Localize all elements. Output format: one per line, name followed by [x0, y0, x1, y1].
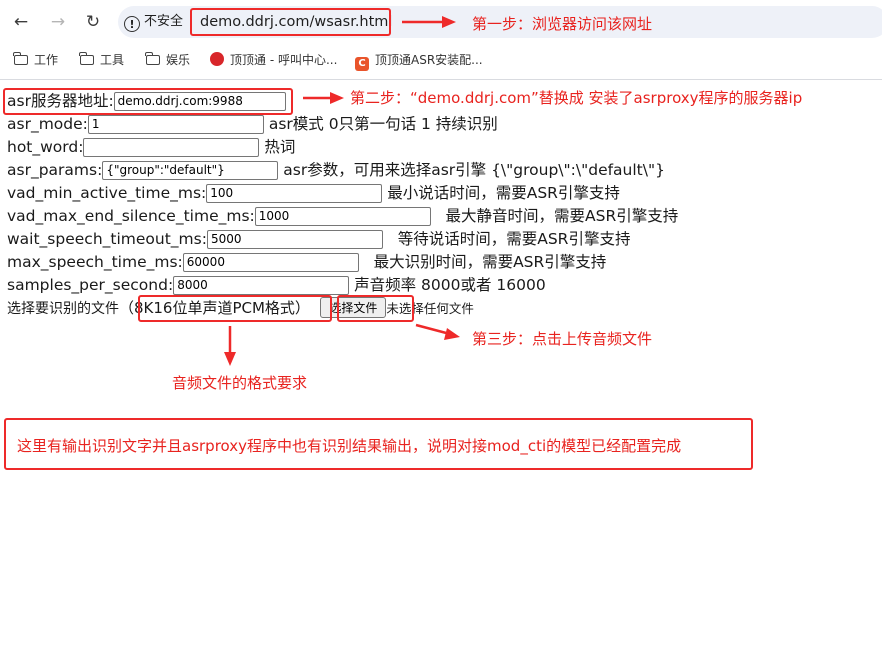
arrow-step3-head-icon	[444, 328, 460, 340]
format-note: 音频文件的格式要求	[172, 374, 308, 392]
arrow-format-head-icon	[224, 352, 236, 366]
step3-note: 第三步：点击上传音频文件	[472, 330, 653, 348]
arrow-step1-head-icon	[442, 16, 456, 28]
arrow-step2-head-icon	[330, 92, 344, 104]
arrow-step3-icon	[415, 323, 451, 336]
step2-note: 第二步：“demo.ddrj.com”替换成 安装了asrproxy程序的服务器…	[350, 89, 803, 107]
result-note: 这里有输出识别文字并且asrproxy程序中也有识别结果输出，说明对接mod_c…	[17, 437, 682, 455]
step1-note: 第一步：浏览器访问该网址	[472, 15, 653, 33]
